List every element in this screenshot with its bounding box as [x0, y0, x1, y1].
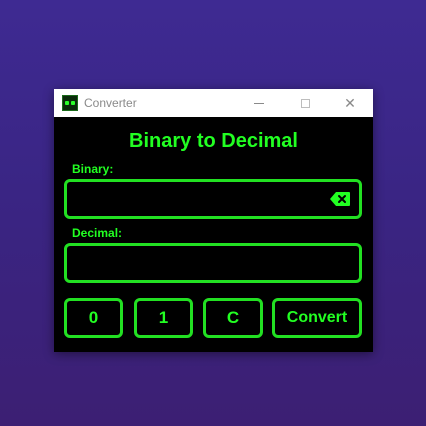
window-title: Converter — [84, 96, 137, 110]
app-icon — [62, 95, 78, 111]
binary-input[interactable] — [67, 182, 359, 216]
maximize-button[interactable] — [282, 89, 328, 117]
converter-body: Binary to Decimal Binary: Decimal: 0 1 C… — [54, 117, 373, 352]
one-button[interactable]: 1 — [134, 298, 193, 338]
decimal-output[interactable] — [67, 246, 359, 280]
convert-button[interactable]: Convert — [272, 298, 362, 338]
decimal-field[interactable] — [64, 243, 362, 283]
backspace-icon[interactable] — [329, 191, 351, 207]
binary-label: Binary: — [72, 162, 114, 176]
close-button[interactable]: ✕ — [327, 89, 373, 117]
clear-button[interactable]: C — [203, 298, 263, 338]
maximize-icon — [300, 98, 310, 108]
minimize-icon — [254, 102, 264, 104]
page-title: Binary to Decimal — [129, 130, 298, 152]
decimal-label: Decimal: — [72, 226, 123, 240]
zero-button[interactable]: 0 — [64, 298, 123, 338]
title-bar[interactable]: Converter ✕ — [54, 89, 373, 117]
close-icon: ✕ — [344, 94, 356, 111]
minimize-button[interactable] — [236, 89, 282, 117]
binary-field[interactable] — [64, 179, 362, 219]
converter-window: Converter ✕ Binary to Decimal Binary: De… — [54, 89, 373, 352]
